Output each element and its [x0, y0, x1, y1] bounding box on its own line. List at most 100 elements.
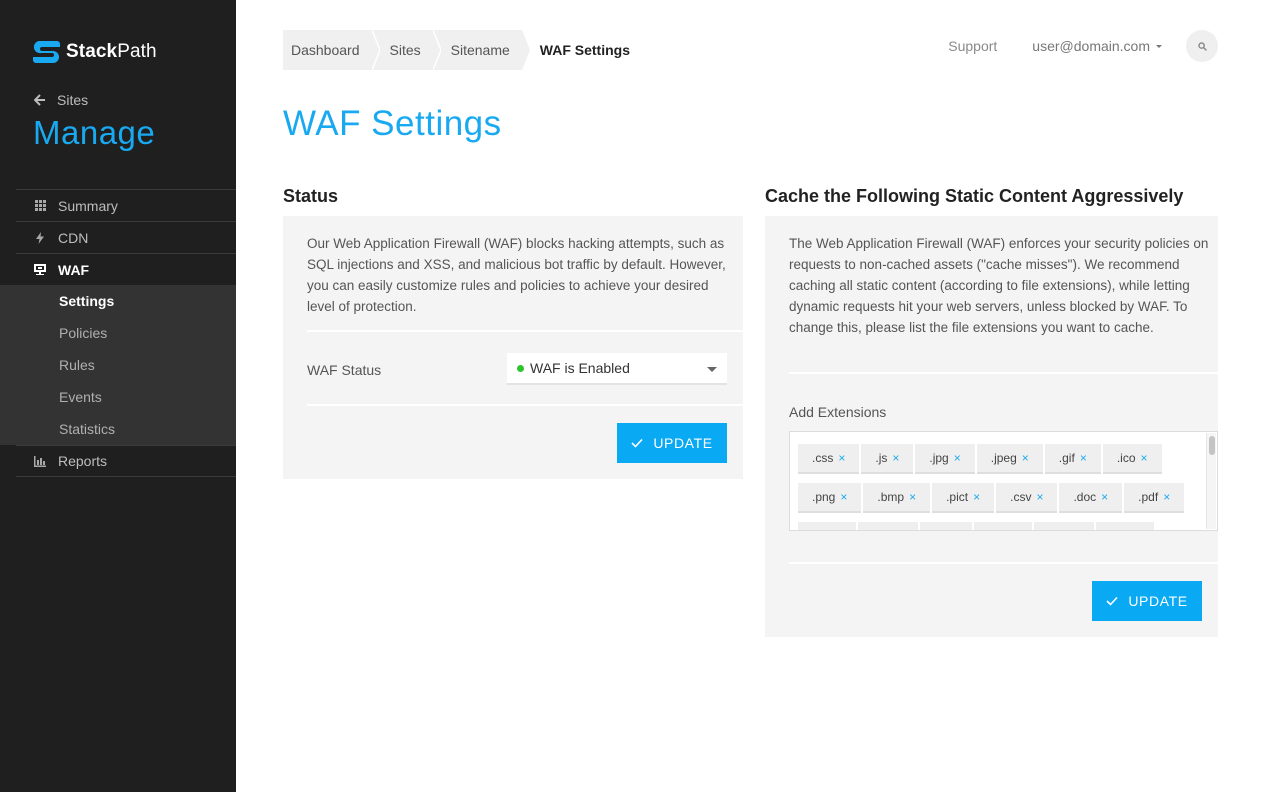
- extension-tag: .jpeg ×: [976, 444, 1043, 474]
- breadcrumb-dashboard[interactable]: Dashboard: [283, 30, 380, 70]
- breadcrumb-sitename[interactable]: Sitename: [432, 30, 530, 70]
- status-divider-bottom: [307, 404, 743, 406]
- status-update-button[interactable]: UPDATE: [617, 423, 727, 463]
- remove-tag-icon[interactable]: ×: [973, 490, 980, 504]
- user-menu[interactable]: user@domain.com: [1032, 38, 1162, 54]
- cache-update-button[interactable]: UPDATE: [1092, 581, 1202, 621]
- extension-tag-label: .bmp: [877, 490, 905, 504]
- sidebar-item-summary[interactable]: Summary: [16, 189, 236, 221]
- status-enabled-dot: [517, 364, 524, 372]
- sidebar-nav: Summary CDN WAF Settings Policies Rules …: [0, 189, 236, 477]
- sidebar-title: Manage: [33, 114, 156, 151]
- cache-divider-top: [789, 372, 1218, 374]
- sidebar-item-reports[interactable]: Reports: [16, 445, 236, 477]
- remove-tag-icon[interactable]: ×: [840, 490, 847, 504]
- stackpath-logo-icon: [33, 41, 60, 63]
- extension-tag-clipped: [798, 522, 856, 530]
- lightning-icon: [34, 231, 46, 244]
- back-to-sites-link[interactable]: Sites: [34, 92, 88, 108]
- breadcrumb-label: WAF Settings: [539, 42, 631, 58]
- breadcrumb-label: Sites: [389, 42, 421, 58]
- cache-heading: Cache the Following Static Content Aggre…: [765, 186, 1184, 206]
- remove-tag-icon[interactable]: ×: [1141, 451, 1148, 465]
- sidebar-subitem-statistics[interactable]: Statistics: [0, 413, 236, 445]
- breadcrumb-label: Dashboard: [291, 42, 360, 58]
- waf-status-select[interactable]: WAF is Enabled: [507, 353, 727, 385]
- remove-tag-icon[interactable]: ×: [838, 451, 845, 465]
- extension-tag-clipped: [1034, 522, 1094, 530]
- waf-status-label: WAF Status: [307, 362, 382, 378]
- extension-tag-label: .jpeg: [990, 451, 1017, 465]
- sidebar-item-label: WAF: [58, 261, 90, 278]
- extension-tag: .doc ×: [1059, 483, 1123, 513]
- search-button[interactable]: [1186, 30, 1218, 62]
- stackpath-logo[interactable]: StackPath: [33, 38, 157, 66]
- remove-tag-icon[interactable]: ×: [1163, 490, 1170, 504]
- extension-tag-label: .css: [812, 451, 834, 465]
- extension-tag: .csv ×: [996, 483, 1058, 513]
- remove-tag-icon[interactable]: ×: [1080, 451, 1087, 465]
- check-icon: [631, 438, 643, 448]
- sidebar-item-cdn[interactable]: CDN: [16, 221, 236, 253]
- extension-tag-label: .ico: [1116, 451, 1136, 465]
- extension-tag-clipped: [920, 522, 972, 530]
- breadcrumb-label: Sitename: [450, 42, 510, 58]
- remove-tag-icon[interactable]: ×: [1101, 490, 1108, 504]
- breadcrumb: Dashboard Sites Sitename WAF Settings: [283, 30, 642, 70]
- extension-tag-label: .pict: [946, 490, 969, 504]
- sidebar: StackPath Sites Manage Summary CDN WAF S…: [0, 0, 236, 792]
- status-heading: Status: [283, 186, 339, 206]
- back-link-label: Sites: [57, 92, 89, 108]
- breadcrumb-current: WAF Settings: [522, 30, 642, 70]
- breadcrumb-chevron-icon: [521, 30, 530, 70]
- extension-tags: .css × .js × .jpg × .jpeg × .gif × .ico × .png × .bmp ×…: [798, 444, 1198, 530]
- extension-tag-label: .jpg: [929, 451, 949, 465]
- sidebar-item-label: Summary: [58, 197, 118, 214]
- remove-tag-icon[interactable]: ×: [892, 451, 899, 465]
- grid-icon: [34, 200, 46, 212]
- breadcrumb-sites[interactable]: Sites: [371, 30, 441, 70]
- update-button-label: UPDATE: [653, 435, 713, 451]
- extensions-tag-input[interactable]: .css × .js × .jpg × .jpeg × .gif × .ico × .png × .bmp ×…: [789, 431, 1218, 531]
- sidebar-subitem-settings[interactable]: Settings: [0, 285, 236, 317]
- waf-shield-icon: [34, 264, 46, 276]
- status-panel: Our Web Application Firewall (WAF) block…: [283, 216, 743, 479]
- sidebar-subitem-events[interactable]: Events: [0, 381, 236, 413]
- extension-tag: .gif ×: [1044, 444, 1101, 474]
- extension-tag-label: .js: [875, 451, 888, 465]
- extension-tag-label: .doc: [1073, 490, 1097, 504]
- remove-tag-icon[interactable]: ×: [1036, 490, 1043, 504]
- extension-tag-label: .csv: [1010, 490, 1032, 504]
- extension-tag: .ico ×: [1102, 444, 1162, 474]
- scrollbar-thumb[interactable]: [1209, 436, 1215, 455]
- remove-tag-icon[interactable]: ×: [909, 490, 916, 504]
- tagbox-scrollbar[interactable]: [1206, 433, 1216, 529]
- remove-tag-icon[interactable]: ×: [1022, 451, 1029, 465]
- extension-tag-clipped: [1096, 522, 1154, 530]
- extension-tag: .js ×: [861, 444, 914, 474]
- add-extensions-label: Add Extensions: [789, 404, 887, 420]
- breadcrumb-chevron-icon: [371, 30, 380, 70]
- breadcrumb-chevron-icon: [432, 30, 441, 70]
- user-email: user@domain.com: [1032, 38, 1150, 54]
- search-icon: [1197, 41, 1207, 51]
- support-link[interactable]: Support: [948, 38, 997, 54]
- sidebar-subitem-rules[interactable]: Rules: [0, 349, 236, 381]
- status-divider-top: [307, 330, 743, 332]
- status-description: Our Web Application Firewall (WAF) block…: [307, 236, 726, 314]
- extension-tag: .bmp ×: [863, 483, 931, 513]
- bar-chart-icon: [34, 455, 46, 467]
- update-button-label: UPDATE: [1128, 593, 1188, 609]
- chevron-down-icon: [707, 367, 717, 372]
- cache-divider-bottom: [789, 562, 1218, 564]
- sidebar-subitem-policies[interactable]: Policies: [0, 317, 236, 349]
- extension-tag: .pict ×: [932, 483, 995, 513]
- header-actions: Support user@domain.com: [948, 30, 1218, 62]
- remove-tag-icon[interactable]: ×: [954, 451, 961, 465]
- waf-status-value: WAF is Enabled: [530, 360, 630, 376]
- sidebar-item-waf[interactable]: WAF: [16, 253, 236, 285]
- waf-submenu: Settings Policies Rules Events Statistic…: [0, 285, 236, 445]
- logo-text: StackPath: [66, 41, 157, 62]
- cache-description: The Web Application Firewall (WAF) enfor…: [789, 236, 1209, 335]
- cache-panel: The Web Application Firewall (WAF) enfor…: [765, 216, 1218, 637]
